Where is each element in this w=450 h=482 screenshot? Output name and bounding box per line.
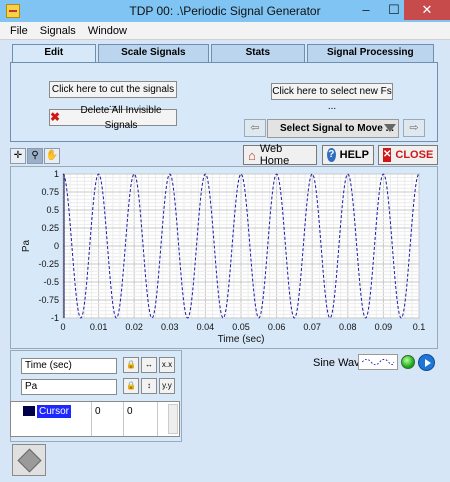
- select-fs-button[interactable]: Click here to select new Fs ...: [271, 83, 393, 112]
- green-led-indicator[interactable]: [401, 355, 415, 369]
- y-scale-name-field[interactable]: Pa: [21, 379, 117, 395]
- autoscale-y-icon[interactable]: ↕: [141, 378, 157, 394]
- y-tick-label: 1: [54, 169, 59, 179]
- close-x-icon: ✕: [383, 148, 392, 162]
- x-scale-name-field[interactable]: Time (sec): [21, 358, 117, 374]
- cursor-legend-table[interactable]: Cursor 0 0: [10, 401, 180, 437]
- cursor-y-value[interactable]: 0: [127, 405, 133, 419]
- x-tick-label: 0.09: [375, 322, 393, 332]
- menu-file[interactable]: File: [10, 25, 28, 37]
- y-format-icon[interactable]: y.y: [159, 378, 175, 394]
- y-tick-label: -0.25: [38, 259, 59, 269]
- x-tick-label: 0.02: [125, 322, 143, 332]
- menu-signals[interactable]: Signals: [40, 25, 76, 37]
- x-format-icon[interactable]: x.x: [159, 357, 175, 373]
- house-icon: ⌂: [248, 147, 256, 163]
- close-label: CLOSE: [395, 149, 434, 161]
- pan-diamond-icon: [17, 448, 42, 473]
- tab-edit[interactable]: Edit: [12, 44, 96, 62]
- delete-x-icon: ✖: [50, 110, 61, 124]
- chevron-down-icon: [384, 124, 396, 132]
- x-tick-label: 0.03: [161, 322, 179, 332]
- x-tick-label: 0.04: [197, 322, 215, 332]
- menu-window[interactable]: Window: [88, 25, 127, 37]
- tab-stats[interactable]: Stats: [211, 44, 305, 62]
- question-icon: ?: [327, 148, 336, 162]
- x-tick-label: 0.06: [268, 322, 286, 332]
- tab-scale-signals[interactable]: Scale Signals: [97, 44, 210, 62]
- tab-signal-processing[interactable]: Signal Processing: [306, 44, 434, 62]
- delete-invisible-signals-button[interactable]: ✖ Delete All Invisible Signals: [49, 105, 177, 131]
- y-tick-label: 0.75: [41, 187, 59, 197]
- cursor-color-swatch: [23, 406, 35, 416]
- next-signal-button[interactable]: ⇨: [403, 119, 425, 137]
- graph-palette: ✛ ⚲ ✋: [10, 148, 72, 166]
- x-tick-label: 0.1: [413, 322, 426, 332]
- menu-bar: File Signals Window: [0, 22, 450, 40]
- title-bar: TDP 00: .\Periodic Signal Generator – ☐ …: [0, 0, 450, 22]
- window-close-button[interactable]: ✕: [404, 0, 450, 20]
- cursor-x-value[interactable]: 0: [95, 405, 101, 419]
- app-window: TDP 00: .\Periodic Signal Generator – ☐ …: [0, 0, 450, 482]
- x-tick-label: 0.07: [303, 322, 321, 332]
- x-tick-label: 0.08: [339, 322, 357, 332]
- pan-hand-tool-icon[interactable]: ✋: [44, 148, 60, 164]
- crosshair-tool-icon[interactable]: ✛: [10, 148, 26, 164]
- tab-strip: Edit Scale Signals Stats Signal Processi…: [12, 44, 436, 62]
- y-tick-label: 0: [54, 241, 59, 251]
- delete-button-label: Delete All Invisible Signals: [80, 104, 162, 131]
- x-axis-label: Time (sec): [218, 334, 265, 345]
- y-tick-label: -0.75: [38, 295, 59, 305]
- minimize-button[interactable]: –: [352, 0, 380, 20]
- autoscale-x-icon[interactable]: ↔: [141, 357, 157, 373]
- cursor-name[interactable]: Cursor: [37, 405, 72, 418]
- x-tick-label: 0: [60, 322, 65, 332]
- cut-signals-button[interactable]: Click here to cut the signals ...: [49, 81, 177, 110]
- play-icon[interactable]: [418, 354, 435, 371]
- plot-legend-swatch[interactable]: [358, 354, 398, 370]
- y-tick-label: 0.25: [41, 223, 59, 233]
- close-app-button[interactable]: ✕ CLOSE: [378, 145, 438, 165]
- lock-icon[interactable]: 🔒: [123, 378, 139, 394]
- help-button[interactable]: ? HELP: [322, 145, 374, 165]
- y-tick-label: -0.5: [43, 277, 59, 287]
- web-home-button[interactable]: ⌂ Web Home: [243, 143, 317, 167]
- select-signal-label: Select Signal to Move ...: [280, 123, 394, 134]
- waveform-graph-panel: 1 0.75 0.5 0.25 0 -0.25 -0.5 -0.75 -1 0 0.01 0.02 0.…: [10, 166, 438, 349]
- graph-navigation-pad[interactable]: [12, 444, 46, 476]
- edit-panel: Click here to cut the signals ... Click …: [10, 62, 438, 142]
- y-tick-label: 0.5: [46, 205, 59, 215]
- help-label: HELP: [339, 149, 369, 161]
- y-tick-label: -1: [51, 313, 59, 323]
- x-tick-label: 0.05: [232, 322, 250, 332]
- lock-icon[interactable]: 🔒: [123, 357, 139, 373]
- waveform-chart[interactable]: 10.750.50.250-0.25-0.5-0.75-10 0.01 0.02 0.…: [11, 167, 437, 348]
- web-home-label: Web Home: [259, 143, 290, 167]
- zoom-tool-icon[interactable]: ⚲: [27, 148, 43, 164]
- prev-signal-button[interactable]: ⇦: [244, 119, 266, 137]
- select-signal-to-move[interactable]: Select Signal to Move ...: [267, 119, 399, 138]
- y-axis-label: Pa: [21, 239, 32, 252]
- cursor-table-scrollbar[interactable]: [168, 404, 178, 434]
- x-tick-label: 0.01: [90, 322, 108, 332]
